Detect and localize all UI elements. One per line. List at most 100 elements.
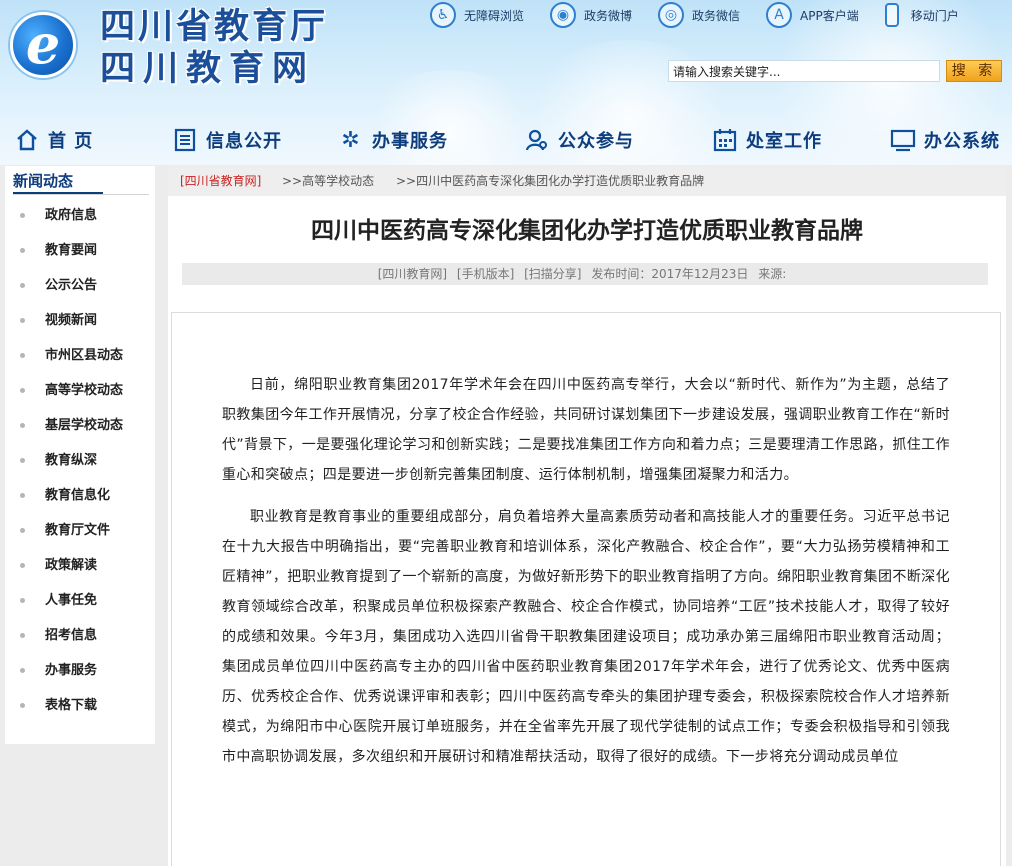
weibo-label: 政务微博 (584, 8, 633, 23)
breadcrumb-category[interactable]: >>高等学校动态 (282, 166, 374, 196)
logo-e-icon: e (25, 12, 61, 76)
article-paragraph: 日前，绵阳职业教育集团2017年学术年会在四川中医药高专举行，大会以“新时代、新… (222, 377, 950, 483)
site-header: e 四川省教育厅 四川教育网 ♿ 无障碍浏览 ◉ 政务微博 ◎ 政务微信 A A… (0, 0, 1012, 165)
bullet-dot-icon (20, 563, 25, 568)
wechat-icon: ◎ (658, 2, 685, 28)
sidebar-item-label: 政府信息 (45, 208, 98, 223)
wechat-label: 政务微信 (692, 8, 741, 23)
breadcrumb-home[interactable]: [四川省教育网] (180, 166, 261, 196)
calendar-icon (712, 127, 738, 153)
sidebar-heading: 新闻动态 (13, 170, 103, 194)
sidebar-item-government-info[interactable]: 政府信息 (5, 198, 155, 233)
bullet-dot-icon (20, 598, 25, 603)
article-body: 日前，绵阳职业教育集团2017年学术年会在四川中医药高专举行，大会以“新时代、新… (222, 370, 950, 784)
search-input[interactable] (668, 60, 940, 82)
nav-department-work[interactable]: 处室工作 (712, 122, 822, 158)
sidebar-item-label: 视频新闻 (45, 313, 98, 328)
sidebar-item-downloads[interactable]: 表格下载 (5, 688, 155, 723)
document-list-icon (172, 127, 198, 153)
app-store-icon: A (766, 2, 793, 28)
breadcrumb-current[interactable]: >>四川中医药高专深化集团化办学打造优质职业教育品牌 (396, 166, 704, 196)
weibo-icon: ◉ (550, 2, 577, 28)
site-title: 四川省教育厅 四川教育网 (100, 6, 328, 90)
sidebar-item-education-news[interactable]: 教育要闻 (5, 233, 155, 268)
publish-date: 发布时间：2017年12月23日 (591, 267, 749, 281)
nav-public-label: 公众参与 (558, 131, 634, 152)
gear-icon: ✲ (341, 127, 361, 153)
bullet-dot-icon (20, 318, 25, 323)
bullet-dot-icon (20, 703, 25, 708)
nav-office-system[interactable]: 办公系统 (890, 122, 1000, 158)
sidebar-divider (13, 194, 149, 195)
sidebar-item-label: 市州区县动态 (45, 348, 124, 363)
sidebar-item-university-news[interactable]: 高等学校动态 (5, 373, 155, 408)
sidebar-item-school-news[interactable]: 基层学校动态 (5, 408, 155, 443)
article-title: 四川中医药高专深化集团化办学打造优质职业教育品牌 (311, 218, 863, 244)
sidebar-item-label: 教育信息化 (45, 488, 111, 503)
sidebar-item-appointments[interactable]: 人事任免 (5, 583, 155, 618)
sidebar-item-informatization[interactable]: 教育信息化 (5, 478, 155, 513)
bullet-dot-icon (20, 633, 25, 638)
article-origin: 来源: (758, 267, 787, 281)
sidebar-item-label: 人事任免 (45, 593, 98, 608)
nav-public-participation[interactable]: 公众参与 (524, 122, 634, 158)
bullet-dot-icon (20, 283, 25, 288)
sidebar-item-label: 招考信息 (45, 628, 98, 643)
main-content: [四川省教育网] >>高等学校动态 >>四川中医药高专深化集团化办学打造优质职业… (168, 166, 1006, 866)
nav-services[interactable]: ✲ 办事服务 (338, 122, 448, 158)
mobile-version-link[interactable]: [手机版本] (457, 267, 514, 281)
bullet-dot-icon (20, 423, 25, 428)
search-button[interactable]: 搜 索 (946, 60, 1002, 82)
site-title-line2: 四川教育网 (100, 48, 316, 89)
bullet-dot-icon (20, 528, 25, 533)
mobile-portal-link[interactable]: 移动门户 (884, 0, 959, 30)
site-logo[interactable]: e (10, 12, 76, 78)
sidebar-item-label: 表格下载 (45, 698, 98, 713)
sidebar-item-label: 基层学校动态 (45, 418, 124, 433)
bullet-dot-icon (20, 458, 25, 463)
sidebar-item-label: 教育厅文件 (45, 523, 111, 538)
bullet-dot-icon (20, 668, 25, 673)
nav-home-label: 首 页 (48, 131, 94, 152)
breadcrumb: [四川省教育网] >>高等学校动态 >>四川中医药高专深化集团化办学打造优质职业… (168, 166, 1006, 196)
article-paragraph: 职业教育是教育事业的重要组成部分，肩负着培养大量高素质劳动者和高技能人才的重要任… (222, 509, 950, 765)
bullet-dot-icon (20, 388, 25, 393)
sidebar: 新闻动态 政府信息 教育要闻 公示公告 视频新闻 市州区县动态 高等学校动态 基… (5, 166, 155, 744)
sidebar-item-label: 教育要闻 (45, 243, 98, 258)
sidebar-item-exams[interactable]: 招考信息 (5, 618, 155, 653)
meta-source[interactable]: [四川教育网] (378, 267, 447, 281)
sidebar-item-label: 高等学校动态 (45, 383, 124, 398)
sidebar-item-policy[interactable]: 政策解读 (5, 548, 155, 583)
monitor-icon (890, 127, 916, 153)
article-container: 日前，绵阳职业教育集团2017年学术年会在四川中医药高专举行，大会以“新时代、新… (171, 312, 1001, 866)
person-search-icon (524, 127, 550, 153)
sidebar-item-announcements[interactable]: 公示公告 (5, 268, 155, 303)
accessibility-label: 无障碍浏览 (464, 8, 525, 23)
nav-info-disclosure[interactable]: 信息公开 (172, 122, 282, 158)
scan-share-link[interactable]: [扫描分享] (524, 267, 581, 281)
nav-department-label: 处室工作 (746, 131, 822, 152)
wechat-link[interactable]: ◎ 政务微信 (658, 0, 740, 30)
nav-home[interactable]: 首 页 (14, 122, 93, 158)
app-label: APP客户端 (800, 8, 859, 23)
nav-services-label: 办事服务 (372, 131, 448, 152)
top-links: ♿ 无障碍浏览 ◉ 政务微博 ◎ 政务微信 A APP客户端 移动门户 (430, 0, 985, 30)
sidebar-item-services[interactable]: 办事服务 (5, 653, 155, 688)
mobile-phone-icon (884, 3, 899, 27)
bullet-dot-icon (20, 353, 25, 358)
sidebar-item-in-depth[interactable]: 教育纵深 (5, 443, 155, 478)
sidebar-item-documents[interactable]: 教育厅文件 (5, 513, 155, 548)
home-icon (14, 127, 40, 153)
accessibility-link[interactable]: ♿ 无障碍浏览 (430, 0, 524, 30)
weibo-link[interactable]: ◉ 政务微博 (550, 0, 632, 30)
bullet-dot-icon (20, 493, 25, 498)
bullet-dot-icon (20, 213, 25, 218)
article-meta: [四川教育网] [手机版本] [扫描分享] 发布时间：2017年12月23日 来… (182, 263, 988, 285)
app-link[interactable]: A APP客户端 (766, 0, 859, 30)
sidebar-item-video-news[interactable]: 视频新闻 (5, 303, 155, 338)
sidebar-item-city-county[interactable]: 市州区县动态 (5, 338, 155, 373)
main-nav: 首 页 信息公开 ✲ 办事服务 公众参与 处室工作 办公系统 (0, 122, 1012, 158)
sidebar-item-label: 政策解读 (45, 558, 98, 573)
sidebar-item-label: 教育纵深 (45, 453, 98, 468)
sidebar-item-label: 办事服务 (45, 663, 98, 678)
